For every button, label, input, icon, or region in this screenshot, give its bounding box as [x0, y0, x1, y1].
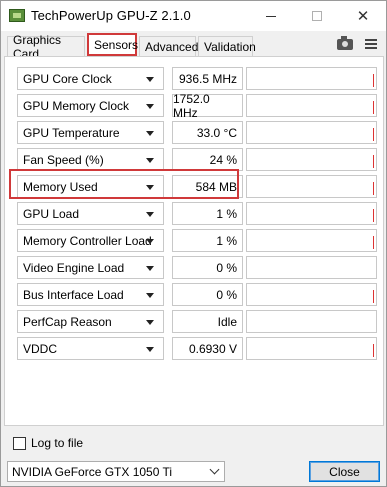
close-button[interactable]: Close — [309, 461, 380, 482]
dropdown-arrow-icon — [146, 239, 154, 244]
chevron-down-icon — [209, 464, 220, 475]
gpuz-app-icon — [9, 9, 25, 22]
sensor-value: Idle — [172, 310, 243, 333]
title-bar: TechPowerUp GPU-Z 2.1.0 ✕ — [1, 1, 386, 31]
sensor-graph — [246, 310, 377, 333]
tab-strip: Graphics Card Sensors Advanced Validatio… — [1, 31, 386, 61]
dropdown-arrow-icon — [146, 347, 154, 352]
tab-validation[interactable]: Validation — [198, 36, 256, 56]
window-title: TechPowerUp GPU-Z 2.1.0 — [31, 8, 191, 23]
sensor-name-dropdown[interactable]: Fan Speed (%) — [17, 148, 164, 171]
bottom-bar: NVIDIA GeForce GTX 1050 Ti Close — [1, 459, 386, 486]
sensor-graph — [246, 94, 377, 117]
sensor-graph — [246, 148, 377, 171]
sensor-name: GPU Temperature — [23, 125, 120, 140]
log-to-file-option[interactable]: Log to file — [13, 435, 83, 451]
gpuz-window: TechPowerUp GPU-Z 2.1.0 ✕ Graphics Card … — [0, 0, 387, 487]
sensor-value: 0.6930 V — [172, 337, 243, 360]
sensor-value: 0 % — [172, 256, 243, 279]
sensor-name: Memory Used — [23, 179, 98, 194]
sensor-row-gpu-core-clock: GPU Core Clock 936.5 MHz — [17, 67, 377, 90]
log-to-file-label: Log to file — [31, 436, 84, 450]
sensor-name: VDDC — [23, 341, 58, 356]
gpu-select-value: NVIDIA GeForce GTX 1050 Ti — [12, 464, 173, 479]
dropdown-arrow-icon — [146, 266, 154, 271]
window-close-button[interactable]: ✕ — [340, 1, 386, 31]
sensor-graph — [246, 337, 377, 360]
sensor-graph — [246, 67, 377, 90]
tab-sensors[interactable]: Sensors — [87, 33, 138, 56]
sensor-name-dropdown[interactable]: GPU Memory Clock — [17, 94, 164, 117]
sensor-value: 1 % — [172, 229, 243, 252]
sensor-row-perfcap-reason: PerfCap Reason Idle — [17, 310, 377, 333]
dropdown-arrow-icon — [146, 77, 154, 82]
dropdown-arrow-icon — [146, 131, 154, 136]
dropdown-arrow-icon — [146, 185, 154, 190]
sensor-row-gpu-memory-clock: GPU Memory Clock 1752.0 MHz — [17, 92, 377, 120]
sensor-graph — [246, 202, 377, 225]
gpu-select-dropdown[interactable]: NVIDIA GeForce GTX 1050 Ti — [7, 461, 225, 482]
sensor-value: 1 % — [172, 202, 243, 225]
maximize-button[interactable] — [294, 1, 340, 31]
minimize-button[interactable] — [248, 1, 294, 31]
sensor-name: GPU Load — [23, 206, 80, 221]
log-to-file-checkbox[interactable] — [13, 436, 26, 450]
sensor-graph — [246, 229, 377, 252]
menu-icon[interactable] — [365, 39, 377, 50]
sensor-name-dropdown[interactable]: Video Engine Load — [17, 256, 164, 279]
dropdown-arrow-icon — [146, 158, 154, 163]
sensor-value: 24 % — [172, 148, 243, 171]
sensor-name-dropdown[interactable]: PerfCap Reason — [17, 310, 164, 333]
sensor-row-memory-controller-load: Memory Controller Load 1 % — [17, 229, 377, 252]
sensor-row-gpu-load: GPU Load 1 % — [17, 202, 377, 225]
sensor-name: Bus Interface Load — [23, 287, 124, 302]
sensor-name-dropdown[interactable]: GPU Core Clock — [17, 67, 164, 90]
sensor-value: 584 MB — [172, 175, 243, 198]
sensor-row-video-engine-load: Video Engine Load 0 % — [17, 256, 377, 279]
sensor-row-gpu-temperature: GPU Temperature 33.0 °C — [17, 121, 377, 144]
dropdown-arrow-icon — [146, 320, 154, 325]
sensor-name-dropdown[interactable]: Memory Used — [17, 175, 164, 198]
sensor-graph — [246, 175, 377, 198]
sensor-name: Memory Controller Load — [23, 233, 152, 248]
sensor-graph — [246, 121, 377, 144]
sensor-value: 33.0 °C — [172, 121, 243, 144]
sensor-name-dropdown[interactable]: Memory Controller Load — [17, 229, 164, 252]
dropdown-arrow-icon — [146, 212, 154, 217]
sensor-row-bus-interface-load: Bus Interface Load 0 % — [17, 283, 377, 306]
sensor-graph — [246, 283, 377, 306]
sensor-name: Video Engine Load — [23, 260, 125, 275]
sensor-value: 1752.0 MHz — [172, 92, 243, 120]
sensor-graph — [246, 256, 377, 279]
sensor-name: PerfCap Reason — [23, 314, 112, 329]
sensors-panel: GPU Core Clock 936.5 MHz GPU Memory Cloc… — [4, 56, 384, 426]
sensor-name: GPU Memory Clock — [23, 98, 130, 113]
sensor-name-dropdown[interactable]: GPU Temperature — [17, 121, 164, 144]
maximize-icon — [312, 11, 322, 21]
tab-graphics-card[interactable]: Graphics Card — [7, 33, 85, 61]
dropdown-arrow-icon — [146, 293, 154, 298]
sensor-name: Fan Speed (%) — [23, 152, 104, 167]
sensor-name: GPU Core Clock — [23, 71, 112, 86]
sensor-row-fan-speed: Fan Speed (%) 24 % — [17, 148, 377, 171]
sensor-value: 936.5 MHz — [172, 67, 243, 90]
camera-icon[interactable] — [337, 36, 353, 50]
sensor-name-dropdown[interactable]: GPU Load — [17, 202, 164, 225]
close-icon: ✕ — [356, 8, 370, 25]
tab-advanced[interactable]: Advanced — [139, 36, 198, 56]
sensor-row-memory-used: Memory Used 584 MB — [17, 175, 377, 198]
sensor-row-vddc: VDDC 0.6930 V — [17, 337, 377, 360]
minimize-icon — [266, 15, 276, 17]
dropdown-arrow-icon — [146, 104, 154, 109]
sensor-name-dropdown[interactable]: Bus Interface Load — [17, 283, 164, 306]
sensor-name-dropdown[interactable]: VDDC — [17, 337, 164, 360]
sensor-value: 0 % — [172, 283, 243, 306]
